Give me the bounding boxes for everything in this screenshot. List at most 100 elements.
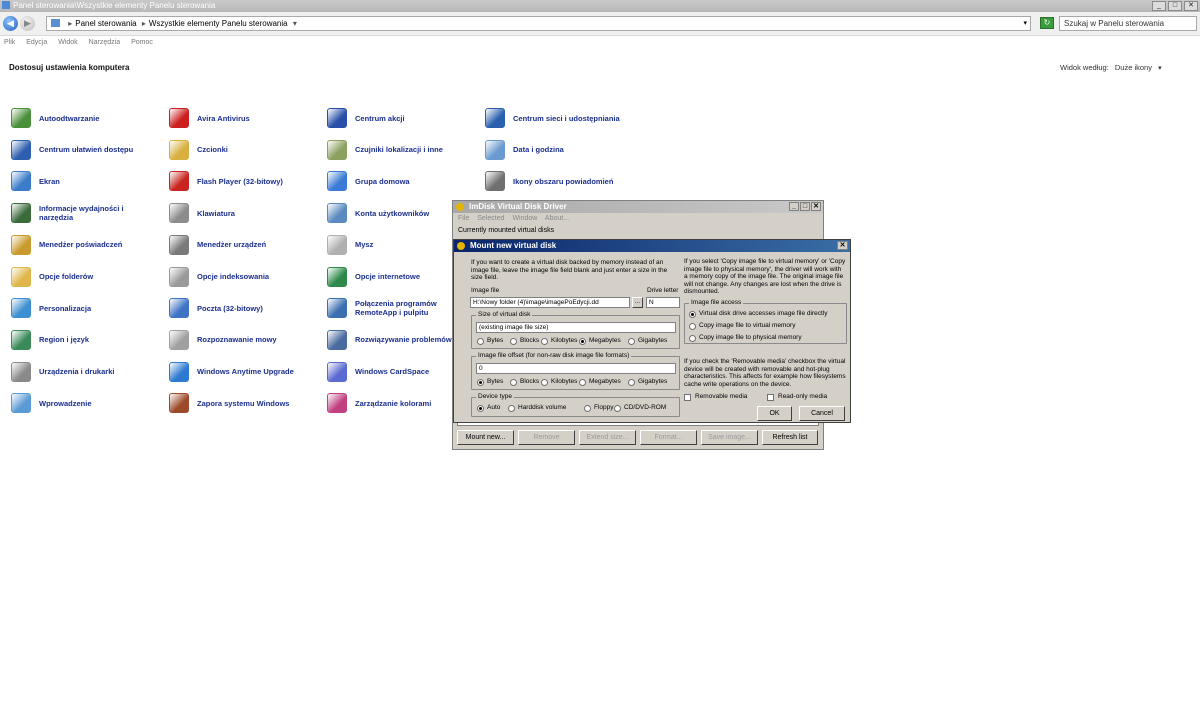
control-panel-item[interactable]: Windows Anytime Upgrade	[169, 360, 307, 384]
control-panel-item-label[interactable]: Połączenia programów RemoteApp i pulpitu	[355, 299, 465, 317]
control-panel-item-label[interactable]: Ekran	[39, 177, 149, 186]
control-panel-item[interactable]: Autoodtwarzanie	[11, 106, 149, 130]
radio-button[interactable]	[628, 378, 635, 386]
offset-unit-radio[interactable]: Megabytes	[579, 378, 621, 386]
control-panel-item[interactable]: Opcje internetowe	[327, 265, 465, 289]
size-input[interactable]: (existing image file size)	[476, 322, 676, 333]
control-panel-item[interactable]: Windows CardSpace	[327, 360, 465, 384]
control-panel-item-label[interactable]: Czujniki lokalizacji i inne	[355, 145, 465, 154]
checkbox-box[interactable]	[767, 393, 774, 401]
menu-view[interactable]: Widok	[58, 39, 77, 46]
radio-button[interactable]	[584, 404, 591, 412]
control-panel-item-label[interactable]: Windows Anytime Upgrade	[197, 367, 307, 376]
control-panel-item-label[interactable]: Rozwiązywanie problemów	[355, 335, 465, 344]
offset-unit-radio[interactable]: Gigabytes	[628, 378, 667, 386]
radio-button[interactable]	[477, 378, 484, 386]
control-panel-item[interactable]: Połączenia programów RemoteApp i pulpitu	[327, 296, 465, 320]
radio-button[interactable]	[628, 337, 635, 345]
access-option-radio[interactable]: Copy image file to physical memory	[689, 334, 802, 342]
control-panel-item-label[interactable]: Opcje indeksowania	[197, 272, 307, 281]
control-panel-item[interactable]: Klawiatura	[169, 201, 307, 225]
control-panel-item-label[interactable]: Grupa domowa	[355, 177, 465, 186]
extend-size-button[interactable]: Extend size...	[579, 430, 636, 445]
control-panel-item[interactable]: Rozwiązywanie problemów	[327, 328, 465, 352]
control-panel-item-label[interactable]: Opcje internetowe	[355, 272, 465, 281]
control-panel-item[interactable]: Czcionki	[169, 138, 307, 162]
menu-file[interactable]: Plik	[4, 39, 15, 46]
radio-button[interactable]	[689, 310, 696, 318]
radio-button[interactable]	[689, 334, 696, 342]
menu-help[interactable]: Pomoc	[131, 39, 153, 46]
radio-button[interactable]	[477, 337, 484, 345]
refresh-icon[interactable]: ↻	[1040, 17, 1054, 29]
device-type-radio[interactable]: Harddisk volume	[508, 404, 566, 412]
chevron-down-icon[interactable]: ▾	[1158, 65, 1162, 72]
control-panel-item-label[interactable]: Menedżer poświadczeń	[39, 240, 149, 249]
imdisk-menu-about[interactable]: About...	[545, 215, 569, 222]
control-panel-item[interactable]: Opcje folderów	[11, 265, 149, 289]
search-input[interactable]: Szukaj w Panelu sterowania	[1059, 16, 1197, 31]
chevron-down-icon[interactable]: ▾	[1023, 17, 1027, 30]
drive-letter-input[interactable]: N	[646, 297, 680, 308]
control-panel-item[interactable]: Personalizacja	[11, 296, 149, 320]
control-panel-item-label[interactable]: Czcionki	[197, 145, 307, 154]
offset-unit-radio[interactable]: Kilobytes	[541, 378, 577, 386]
control-panel-item[interactable]: Data i godzina	[485, 138, 623, 162]
control-panel-item-label[interactable]: Mysz	[355, 240, 465, 249]
control-panel-item-label[interactable]: Windows CardSpace	[355, 367, 465, 376]
access-option-radio[interactable]: Virtual disk drive accesses image file d…	[689, 310, 828, 318]
control-panel-item[interactable]: Wprowadzenie	[11, 391, 149, 415]
offset-unit-radio[interactable]: Bytes	[477, 378, 503, 386]
control-panel-item[interactable]: Informacje wydajności i narzędzia	[11, 201, 149, 225]
ok-button[interactable]: OK	[757, 406, 792, 421]
control-panel-item-label[interactable]: Zapora systemu Windows	[197, 399, 307, 408]
device-type-radio[interactable]: CD/DVD-ROM	[614, 404, 666, 412]
control-panel-item[interactable]: Menedżer poświadczeń	[11, 233, 149, 257]
control-panel-item[interactable]: Poczta (32-bitowy)	[169, 296, 307, 320]
menu-edit[interactable]: Edycja	[26, 39, 47, 46]
image-file-input[interactable]: H:\Nowy folder (4)\image\imagePoEdycji.d…	[470, 297, 630, 308]
control-panel-item-label[interactable]: Region i język	[39, 335, 149, 344]
offset-unit-radio[interactable]: Blocks	[510, 378, 539, 386]
remove-button[interactable]: Remove	[518, 430, 575, 445]
radio-button[interactable]	[579, 337, 586, 345]
control-panel-item[interactable]: Region i język	[11, 328, 149, 352]
close-button[interactable]: ✕	[1184, 1, 1198, 11]
control-panel-item[interactable]: Ikony obszaru powiadomień	[485, 169, 623, 193]
imdisk-menu-file[interactable]: File	[458, 215, 469, 222]
control-panel-item-label[interactable]: Poczta (32-bitowy)	[197, 304, 307, 313]
format-button[interactable]: Format...	[640, 430, 697, 445]
close-button[interactable]: ✕	[837, 241, 848, 250]
checkbox-box[interactable]	[684, 393, 691, 401]
control-panel-item-label[interactable]: Klawiatura	[197, 209, 307, 218]
control-panel-item-label[interactable]: Personalizacja	[39, 304, 149, 313]
removable-media-checkbox[interactable]: Removable media	[684, 393, 747, 401]
control-panel-item-label[interactable]: Menedżer urządzeń	[197, 240, 307, 249]
radio-button[interactable]	[579, 378, 586, 386]
breadcrumb-all-items[interactable]: Wszystkie elementy Panelu sterowania	[149, 19, 288, 28]
control-panel-item[interactable]: Czujniki lokalizacji i inne	[327, 138, 465, 162]
control-panel-item[interactable]: Centrum sieci i udostępniania	[485, 106, 623, 130]
size-unit-radio[interactable]: Blocks	[510, 337, 539, 345]
radio-button[interactable]	[510, 337, 517, 345]
address-field[interactable]: ▸ Panel sterowania ▸ Wszystkie elementy Pa…	[46, 16, 1031, 31]
breadcrumb-control-panel[interactable]: Panel sterowania	[75, 19, 136, 28]
forward-icon[interactable]: ▶	[20, 16, 35, 31]
control-panel-item[interactable]: Grupa domowa	[327, 169, 465, 193]
cancel-button[interactable]: Cancel	[799, 406, 845, 421]
control-panel-item[interactable]: Urządzenia i drukarki	[11, 360, 149, 384]
control-panel-item-label[interactable]: Rozpoznawanie mowy	[197, 335, 307, 344]
back-icon[interactable]: ◀	[3, 16, 18, 31]
control-panel-item[interactable]: Avira Antivirus	[169, 106, 307, 130]
view-by-select[interactable]: Duże ikony	[1115, 63, 1152, 72]
save-image-button[interactable]: Save image...	[701, 430, 758, 445]
minimize-button[interactable]: _	[789, 202, 799, 211]
imdisk-menu-selected[interactable]: Selected	[477, 215, 504, 222]
control-panel-item-label[interactable]: Data i godzina	[513, 145, 623, 154]
imdisk-menu-window[interactable]: Window	[512, 215, 537, 222]
control-panel-item[interactable]: Centrum ułatwień dostępu	[11, 138, 149, 162]
control-panel-item[interactable]: Flash Player (32-bitowy)	[169, 169, 307, 193]
maximize-button[interactable]: □	[800, 202, 810, 211]
access-option-radio[interactable]: Copy image file to virtual memory	[689, 322, 795, 330]
minimize-button[interactable]: _	[1152, 1, 1166, 11]
